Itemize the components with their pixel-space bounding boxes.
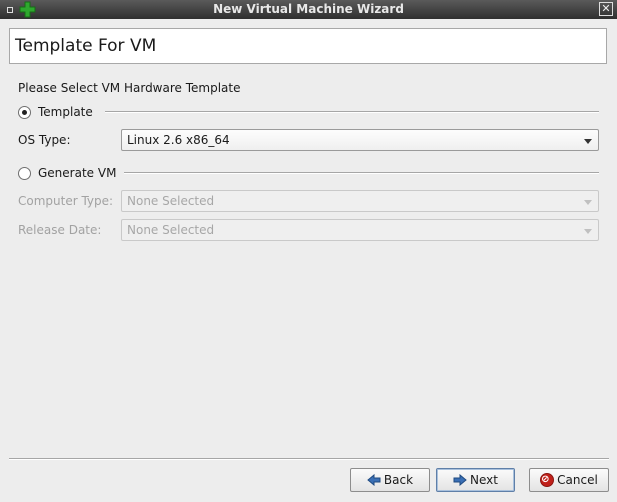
next-button[interactable]: Next: [436, 468, 515, 492]
right-arrow-icon: [453, 474, 467, 486]
chevron-down-icon: [584, 200, 592, 205]
computer-type-select[interactable]: None Selected: [121, 190, 599, 212]
os-type-value: Linux 2.6 x86_64: [127, 133, 230, 147]
back-button[interactable]: Back: [350, 468, 430, 492]
template-radio-button[interactable]: [18, 106, 31, 119]
template-separator: [105, 111, 599, 113]
cancel-button-label: Cancel: [557, 473, 598, 487]
close-icon[interactable]: ✕: [599, 2, 613, 16]
generate-vm-radio-label[interactable]: Generate VM: [38, 166, 116, 180]
release-date-select[interactable]: None Selected: [121, 219, 599, 241]
title-bar[interactable]: New Virtual Machine Wizard ✕: [0, 0, 617, 19]
back-button-label: Back: [383, 473, 414, 487]
next-button-label: Next: [470, 473, 498, 487]
os-type-label: OS Type:: [18, 133, 71, 147]
template-radio-label[interactable]: Template: [38, 105, 93, 119]
os-type-select[interactable]: Linux 2.6 x86_64: [121, 129, 599, 151]
footer-separator: [9, 458, 609, 460]
computer-type-value: None Selected: [127, 194, 215, 208]
page-title: Template For VM: [15, 36, 157, 56]
window-title: New Virtual Machine Wizard: [213, 2, 404, 16]
wizard-header: Template For VM: [9, 28, 607, 64]
cancel-button[interactable]: ⊘ Cancel: [529, 468, 609, 492]
generate-separator: [124, 172, 599, 174]
section-title: Please Select VM Hardware Template: [18, 81, 241, 95]
chevron-down-icon: [584, 229, 592, 234]
stop-icon: ⊘: [540, 473, 555, 487]
generate-vm-radio-button[interactable]: [18, 167, 31, 180]
release-date-value: None Selected: [127, 223, 215, 237]
left-arrow-icon: [367, 474, 381, 486]
release-date-label: Release Date:: [18, 223, 102, 237]
chevron-down-icon: [584, 139, 592, 144]
computer-type-label: Computer Type:: [18, 194, 114, 208]
